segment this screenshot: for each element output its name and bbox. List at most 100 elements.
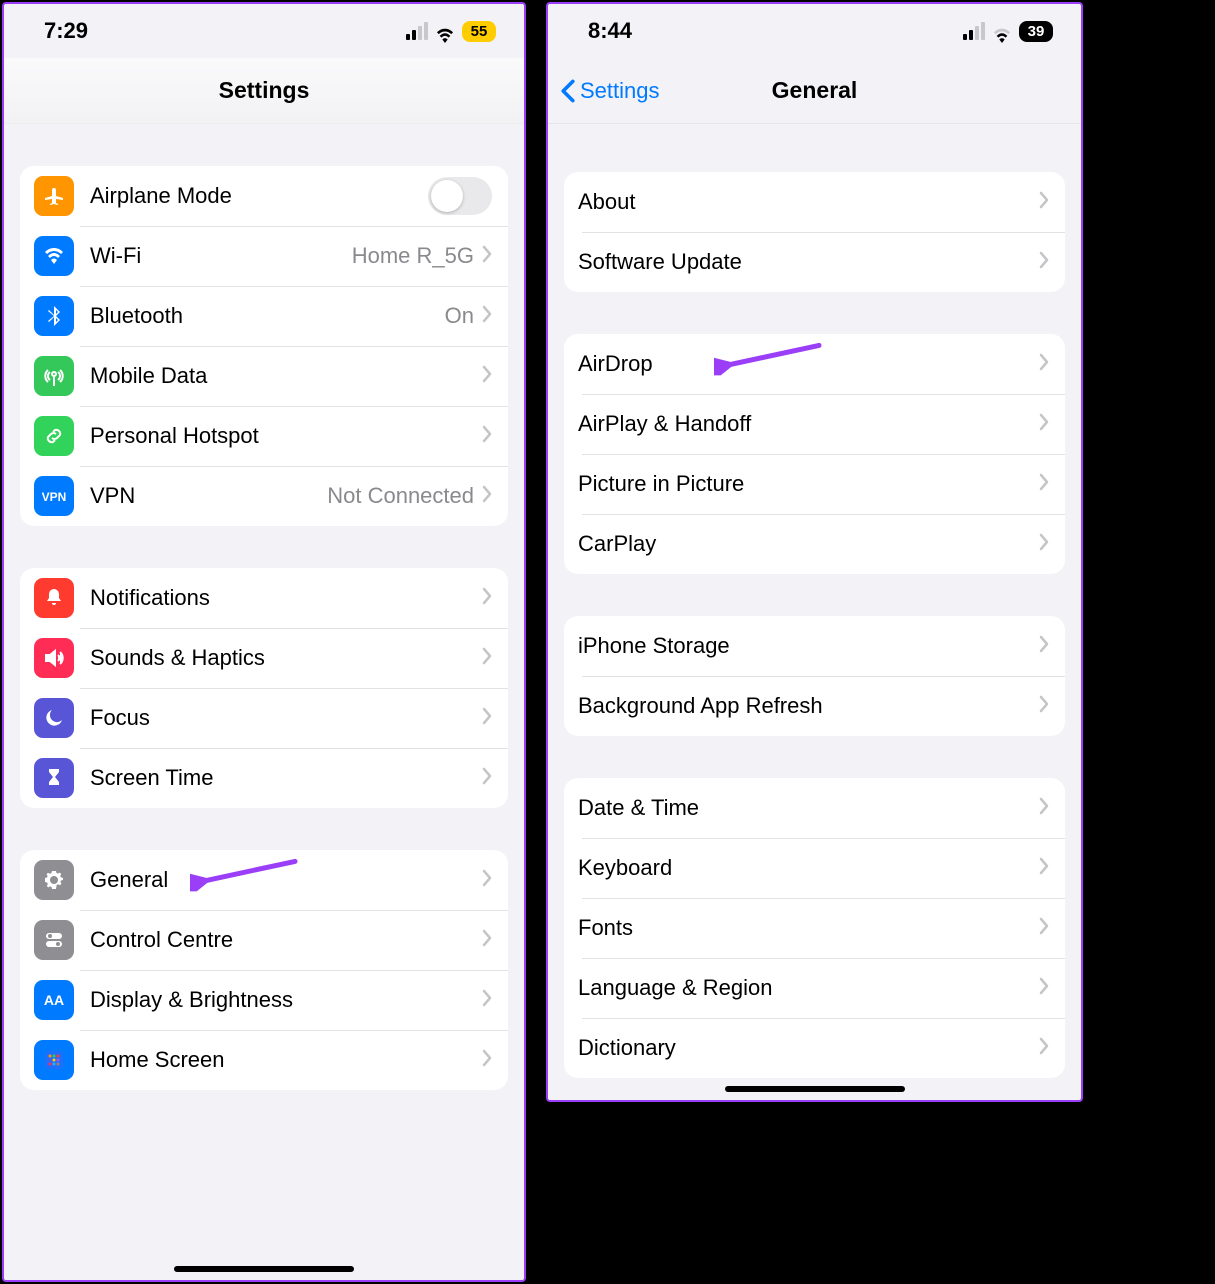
settings-row-bluetooth[interactable]: BluetoothOn (20, 286, 508, 346)
back-button[interactable]: Settings (560, 78, 660, 104)
bluetooth-icon (34, 296, 74, 336)
settings-row-wi-fi[interactable]: Wi-FiHome R_5G (20, 226, 508, 286)
chevron-right-icon (482, 1049, 492, 1072)
chevron-right-icon (1039, 917, 1049, 940)
phone-settings: 7:29 55 Settings Airplane ModeWi-FiHome … (2, 2, 526, 1282)
row-label: Notifications (90, 585, 482, 611)
chevron-right-icon (1039, 797, 1049, 820)
chevron-right-icon (482, 365, 492, 388)
cellular-signal-icon (963, 22, 985, 40)
settings-row-notifications[interactable]: Notifications (20, 568, 508, 628)
settings-row-screen-time[interactable]: Screen Time (20, 748, 508, 808)
settings-group: General Control Centre AA Display & Brightn… (20, 850, 508, 1090)
toggle-switch[interactable] (428, 177, 492, 215)
chevron-right-icon (1039, 977, 1049, 1000)
chevron-right-icon (1039, 413, 1049, 436)
settings-row-airplay-handoff[interactable]: AirPlay & Handoff (564, 394, 1065, 454)
row-label: Dictionary (578, 1035, 1039, 1061)
settings-row-airplane-mode[interactable]: Airplane Mode (20, 166, 508, 226)
chevron-right-icon (1039, 635, 1049, 658)
row-label: VPN (90, 483, 327, 509)
chevron-right-icon (1039, 1037, 1049, 1060)
chevron-right-icon (482, 989, 492, 1012)
settings-group: Notifications Sounds & Haptics Focus Screen… (20, 568, 508, 808)
chevron-right-icon (482, 647, 492, 670)
row-label: Sounds & Haptics (90, 645, 482, 671)
gear-icon (34, 860, 74, 900)
chevron-right-icon (482, 929, 492, 952)
settings-row-software-update[interactable]: Software Update (564, 232, 1065, 292)
row-label: Background App Refresh (578, 693, 1039, 719)
status-bar: 7:29 55 (4, 4, 524, 58)
settings-row-general[interactable]: General (20, 850, 508, 910)
row-label: Display & Brightness (90, 987, 482, 1013)
settings-group: Date & Time Keyboard Fonts Language & Regio… (564, 778, 1065, 1078)
vpn-icon: VPN (34, 476, 74, 516)
settings-row-dictionary[interactable]: Dictionary (564, 1018, 1065, 1078)
row-label: Personal Hotspot (90, 423, 482, 449)
row-value: Not Connected (327, 483, 474, 509)
settings-row-focus[interactable]: Focus (20, 688, 508, 748)
settings-row-mobile-data[interactable]: Mobile Data (20, 346, 508, 406)
aa-icon: AA (34, 980, 74, 1020)
row-label: AirDrop (578, 351, 1039, 377)
row-value: Home R_5G (352, 243, 474, 269)
row-label: About (578, 189, 1039, 215)
nav-header: Settings General (548, 58, 1081, 124)
settings-row-carplay[interactable]: CarPlay (564, 514, 1065, 574)
row-label: Mobile Data (90, 363, 482, 389)
settings-row-vpn[interactable]: VPNVPNNot Connected (20, 466, 508, 526)
home-indicator[interactable] (725, 1086, 905, 1092)
settings-row-home-screen[interactable]: Home Screen (20, 1030, 508, 1090)
chevron-right-icon (1039, 695, 1049, 718)
settings-row-airdrop[interactable]: AirDrop (564, 334, 1065, 394)
settings-row-sounds-haptics[interactable]: Sounds & Haptics (20, 628, 508, 688)
chevron-right-icon (482, 245, 492, 268)
row-label: Home Screen (90, 1047, 482, 1073)
settings-row-iphone-storage[interactable]: iPhone Storage (564, 616, 1065, 676)
settings-row-display-brightness[interactable]: AA Display & Brightness (20, 970, 508, 1030)
settings-row-control-centre[interactable]: Control Centre (20, 910, 508, 970)
row-label: Airplane Mode (90, 183, 428, 209)
chevron-right-icon (482, 587, 492, 610)
row-label: AirPlay & Handoff (578, 411, 1039, 437)
row-label: Screen Time (90, 765, 482, 791)
cellular-signal-icon (406, 22, 428, 40)
row-label: iPhone Storage (578, 633, 1039, 659)
status-indicators: 55 (406, 21, 496, 42)
settings-row-personal-hotspot[interactable]: Personal Hotspot (20, 406, 508, 466)
switches-icon (34, 920, 74, 960)
settings-group: iPhone Storage Background App Refresh (564, 616, 1065, 736)
row-label: Fonts (578, 915, 1039, 941)
settings-row-keyboard[interactable]: Keyboard (564, 838, 1065, 898)
battery-indicator: 39 (1019, 21, 1053, 42)
speaker-icon (34, 638, 74, 678)
settings-group: About Software Update (564, 172, 1065, 292)
general-scroll[interactable]: About Software Update AirDrop AirPlay & Han… (548, 124, 1081, 1100)
grid-icon (34, 1040, 74, 1080)
status-indicators: 39 (963, 21, 1053, 42)
nav-header: Settings (4, 58, 524, 124)
settings-row-fonts[interactable]: Fonts (564, 898, 1065, 958)
row-label: Date & Time (578, 795, 1039, 821)
settings-row-about[interactable]: About (564, 172, 1065, 232)
settings-scroll[interactable]: Airplane ModeWi-FiHome R_5GBluetoothOnMo… (4, 124, 524, 1280)
settings-row-language-region[interactable]: Language & Region (564, 958, 1065, 1018)
wifi-icon (991, 23, 1013, 39)
moon-icon (34, 698, 74, 738)
chevron-right-icon (1039, 857, 1049, 880)
chevron-right-icon (1039, 533, 1049, 556)
settings-row-date-time[interactable]: Date & Time (564, 778, 1065, 838)
phone-general: 8:44 39 Settings General AboutSoftware U… (546, 2, 1083, 1102)
antenna-icon (34, 356, 74, 396)
row-label: General (90, 867, 482, 893)
settings-row-picture-in-picture[interactable]: Picture in Picture (564, 454, 1065, 514)
row-label: Wi-Fi (90, 243, 352, 269)
home-indicator[interactable] (174, 1266, 354, 1272)
chevron-right-icon (1039, 353, 1049, 376)
row-label: Bluetooth (90, 303, 445, 329)
settings-group: AirDrop AirPlay & Handoff Picture in Pictu… (564, 334, 1065, 574)
row-label: Focus (90, 705, 482, 731)
wifi-icon (34, 236, 74, 276)
settings-row-background-app-refresh[interactable]: Background App Refresh (564, 676, 1065, 736)
